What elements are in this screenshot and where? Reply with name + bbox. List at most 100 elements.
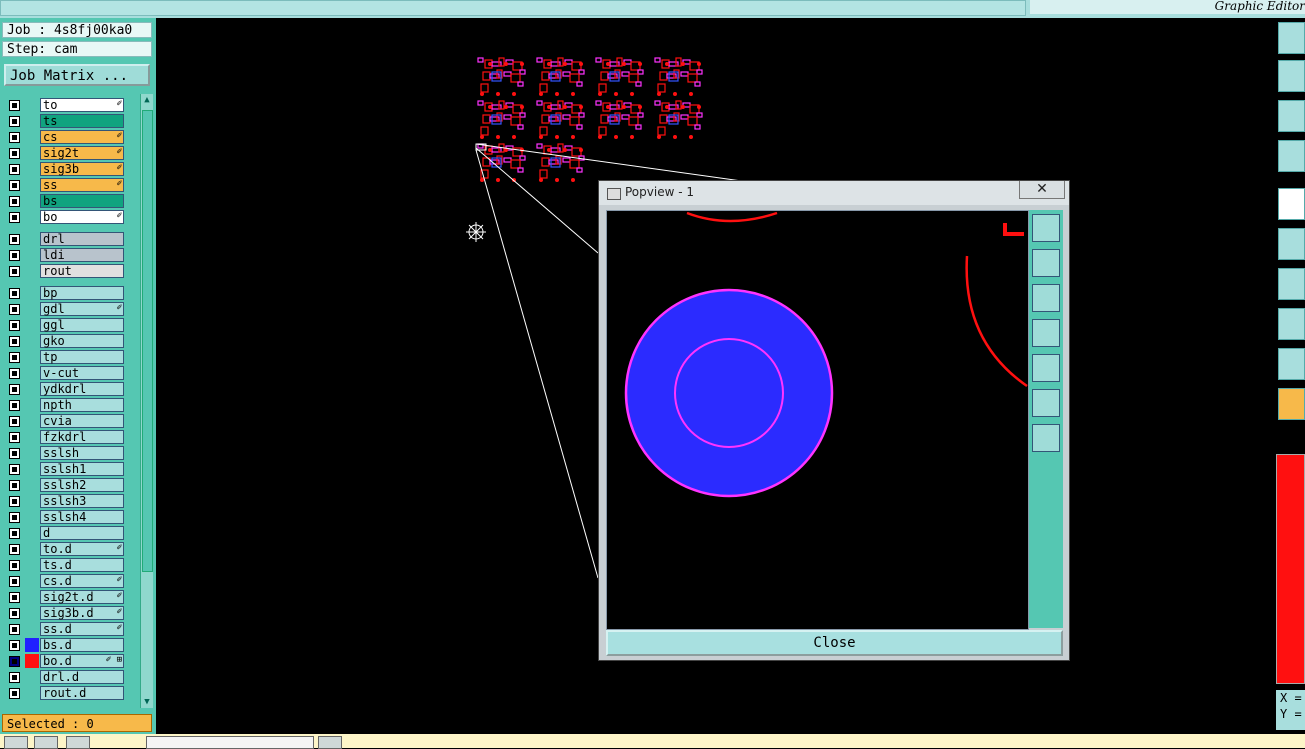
layer-row[interactable]: tp [4, 350, 126, 365]
layer-color-box[interactable] [25, 232, 39, 246]
layer-color-box[interactable] [25, 510, 39, 524]
layer-row[interactable]: d [4, 526, 126, 541]
layer-checkbox[interactable] [9, 640, 20, 651]
layer-name[interactable]: sslsh2 [40, 478, 124, 492]
layer-row[interactable]: sig3b ✐ [4, 162, 126, 177]
layer-checkbox[interactable] [9, 234, 20, 245]
layer-scrollbar[interactable]: ▲ ▼ [140, 94, 153, 708]
tool-network-icon[interactable] [1278, 228, 1305, 260]
bottom-button[interactable] [66, 736, 90, 749]
layer-color-box[interactable] [25, 622, 39, 636]
layer-name[interactable]: sig2t [40, 146, 124, 160]
layer-checkbox[interactable] [9, 212, 20, 223]
popview-titlebar[interactable]: Popview - 1 ✕ [599, 181, 1069, 205]
layer-checkbox[interactable] [9, 576, 20, 587]
layer-color-box[interactable] [25, 350, 39, 364]
zoom-center-icon[interactable] [1032, 424, 1060, 452]
layer-name[interactable]: drl [40, 232, 124, 246]
layer-row[interactable]: cs ✐ [4, 130, 126, 145]
layer-name[interactable]: npth [40, 398, 124, 412]
layer-color-box[interactable] [25, 162, 39, 176]
layer-name[interactable]: v-cut [40, 366, 124, 380]
command-input[interactable] [146, 736, 314, 749]
layer-color-box[interactable] [25, 478, 39, 492]
layer-checkbox[interactable] [9, 608, 20, 619]
layer-color-box[interactable] [25, 302, 39, 316]
layer-row[interactable]: rout [4, 264, 126, 279]
color-swatch[interactable] [1276, 454, 1305, 684]
layer-name[interactable]: d [40, 526, 124, 540]
layer-name[interactable]: sig3b [40, 162, 124, 176]
layer-color-box[interactable] [25, 558, 39, 572]
layer-row[interactable]: to.d ✐ [4, 542, 126, 557]
layer-color-box[interactable] [25, 654, 39, 668]
layer-checkbox[interactable] [9, 288, 20, 299]
close-button[interactable]: Close [606, 630, 1063, 656]
layer-row[interactable]: ldi [4, 248, 126, 263]
layer-name[interactable]: drl.d [40, 670, 124, 684]
layer-color-box[interactable] [25, 248, 39, 262]
layer-row[interactable]: bs [4, 194, 126, 209]
layer-name[interactable]: sslsh3 [40, 494, 124, 508]
layer-checkbox[interactable] [9, 250, 20, 261]
layer-name[interactable]: ss [40, 178, 124, 192]
layer-name[interactable]: ts [40, 114, 124, 128]
layer-row[interactable]: sig3b.d ✐ [4, 606, 126, 621]
layer-checkbox[interactable] [9, 116, 20, 127]
layer-checkbox[interactable] [9, 336, 20, 347]
layer-color-box[interactable] [25, 130, 39, 144]
layer-color-box[interactable] [25, 494, 39, 508]
layer-color-box[interactable] [25, 210, 39, 224]
layer-checkbox[interactable] [9, 560, 20, 571]
bottom-button[interactable] [4, 736, 28, 749]
layer-color-box[interactable] [25, 430, 39, 444]
layer-color-box[interactable] [25, 146, 39, 160]
layer-color-box[interactable] [25, 194, 39, 208]
layer-row[interactable]: ydkdrl [4, 382, 126, 397]
layer-checkbox[interactable] [9, 304, 20, 315]
layer-color-box[interactable] [25, 334, 39, 348]
layer-checkbox[interactable] [9, 688, 20, 699]
popview-canvas[interactable] [606, 210, 1029, 630]
layer-color-box[interactable] [25, 606, 39, 620]
layer-row[interactable]: gko [4, 334, 126, 349]
layer-checkbox[interactable] [9, 384, 20, 395]
layer-row[interactable]: bp [4, 286, 126, 301]
layer-checkbox[interactable] [9, 352, 20, 363]
layer-row[interactable]: bs.d [4, 638, 126, 653]
pan-up-icon[interactable] [1032, 249, 1060, 277]
layer-color-box[interactable] [25, 638, 39, 652]
tool-pad-icon[interactable] [1278, 188, 1305, 220]
layer-color-box[interactable] [25, 114, 39, 128]
layer-color-box[interactable] [25, 178, 39, 192]
tool-move-icon[interactable] [1278, 60, 1305, 92]
layer-name[interactable]: rout.d [40, 686, 124, 700]
layer-checkbox[interactable] [9, 528, 20, 539]
layer-checkbox[interactable] [9, 148, 20, 159]
layer-name[interactable]: to.d [40, 542, 124, 556]
layer-name[interactable]: to [40, 98, 124, 112]
layer-name[interactable]: rout [40, 264, 124, 278]
layer-name[interactable]: sslsh4 [40, 510, 124, 524]
layer-row[interactable]: gdl ✐ [4, 302, 126, 317]
layer-color-box[interactable] [25, 414, 39, 428]
layer-color-box[interactable] [25, 366, 39, 380]
layer-checkbox[interactable] [9, 100, 20, 111]
tool-pointer-icon[interactable] [1278, 388, 1305, 420]
pan-down-icon[interactable] [1032, 284, 1060, 312]
layer-name[interactable]: tp [40, 350, 124, 364]
layer-checkbox[interactable] [9, 464, 20, 475]
tool-select-icon[interactable] [1278, 22, 1305, 54]
layer-name[interactable]: bs [40, 194, 124, 208]
scroll-thumb[interactable] [142, 110, 153, 572]
layer-name[interactable]: ts.d [40, 558, 124, 572]
layer-name[interactable]: cs.d [40, 574, 124, 588]
layer-color-box[interactable] [25, 686, 39, 700]
layer-color-box[interactable] [25, 98, 39, 112]
job-matrix-button[interactable]: Job Matrix ... [4, 64, 150, 86]
pan-left-icon[interactable] [1032, 319, 1060, 347]
layer-color-box[interactable] [25, 286, 39, 300]
zoom-window-icon[interactable] [1032, 214, 1060, 242]
layer-row[interactable]: ts.d [4, 558, 126, 573]
layer-row[interactable]: v-cut [4, 366, 126, 381]
